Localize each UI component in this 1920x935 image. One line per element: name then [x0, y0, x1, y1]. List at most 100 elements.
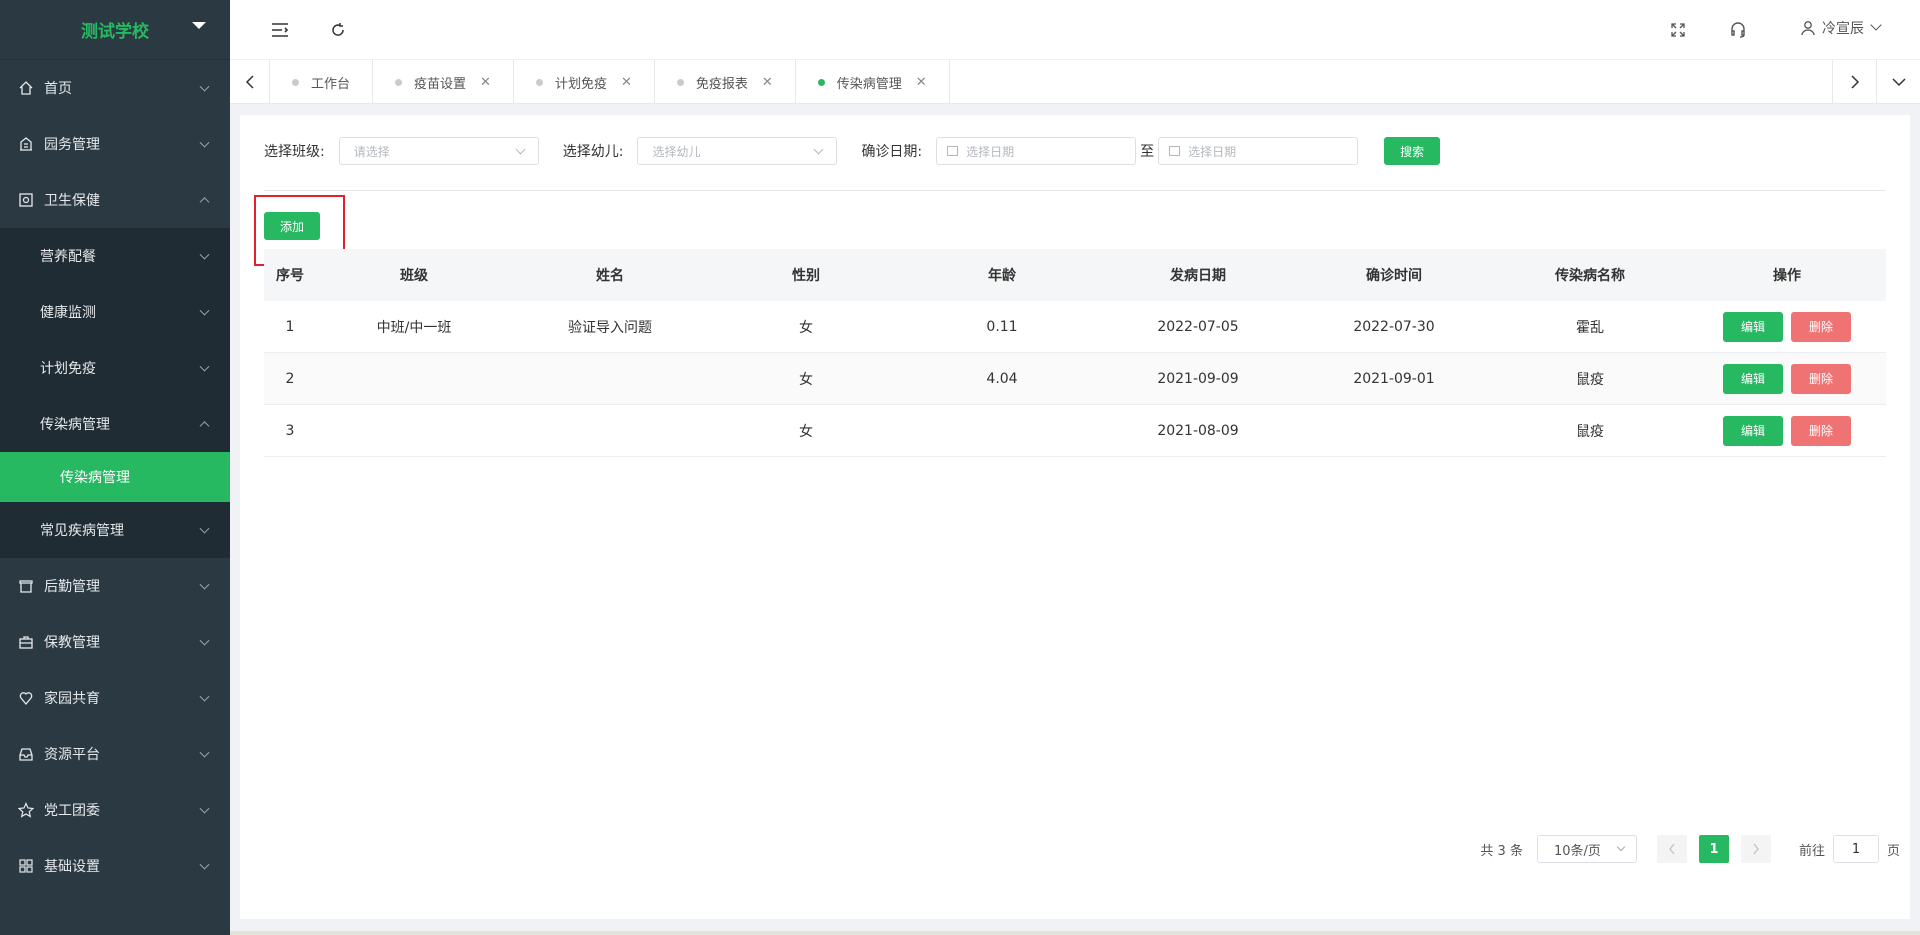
row-actions: 编辑 删除	[1688, 353, 1886, 404]
sidebar-item-infectious-management[interactable]: 传染病管理	[0, 452, 230, 502]
store-icon	[18, 578, 34, 594]
sidebar-item-party[interactable]: 党工团委	[0, 782, 230, 838]
divider	[264, 190, 1886, 191]
tab-vaccine-settings[interactable]: 疫苗设置 ✕	[373, 60, 514, 104]
tab-infectious-management[interactable]: 传染病管理 ✕	[796, 60, 950, 104]
sidebar-item-health-monitor[interactable]: 健康监测	[0, 284, 230, 340]
tab-workbench[interactable]: 工作台	[270, 60, 374, 104]
sidebar-item-nutrition[interactable]: 营养配餐	[0, 228, 230, 284]
class-select[interactable]: 请选择	[338, 137, 539, 165]
edit-button[interactable]: 编辑	[1723, 311, 1783, 342]
diagnosis-date-label: 确诊日期:	[861, 144, 923, 160]
child-select[interactable]: 选择幼儿	[637, 137, 838, 165]
chevron-down-icon	[199, 305, 210, 316]
chevron-down-icon	[199, 249, 210, 260]
page-size-select[interactable]: 10条/页	[1536, 835, 1637, 863]
sidebar-item-common-disease[interactable]: 常见疾病管理	[0, 502, 230, 558]
end-date-picker[interactable]: 选择日期	[1158, 137, 1359, 165]
chevron-up-icon	[199, 421, 210, 432]
column-header: 年龄	[988, 268, 1016, 284]
menu-collapse-icon[interactable]	[268, 18, 292, 42]
sidebar: 测试学校 首页 园务管理 卫生保健 营养配餐 健康监测 计划免疫 传染病管理 传…	[0, 0, 230, 935]
goto-page-input[interactable]: 1	[1832, 835, 1879, 863]
tab-label: 工作台	[311, 76, 351, 92]
page-size-value: 10条/页	[1553, 843, 1601, 859]
fullscreen-icon[interactable]	[1666, 18, 1690, 42]
edit-button[interactable]: 编辑	[1723, 363, 1783, 394]
close-icon[interactable]: ✕	[916, 75, 927, 90]
sidebar-item-immunization[interactable]: 计划免疫	[0, 340, 230, 396]
sidebar-item-label: 卫生保健	[44, 193, 100, 209]
start-date-picker[interactable]: 选择日期	[936, 137, 1137, 165]
calendar-icon	[1169, 146, 1181, 156]
sidebar-item-home-school[interactable]: 家园共育	[0, 670, 230, 726]
chevron-down-icon	[199, 747, 210, 758]
sidebar-item-label: 常见疾病管理	[40, 523, 124, 539]
class-select-placeholder: 请选择	[353, 144, 390, 159]
search-button[interactable]: 搜索	[1384, 137, 1441, 165]
goto-suffix: 页	[1886, 843, 1900, 859]
chevron-down-icon	[1616, 842, 1626, 852]
edit-button[interactable]: 编辑	[1723, 415, 1783, 446]
table-row: 2 女 4.04 2021-09-09 2021-09-01 鼠疫 编辑 删除	[264, 353, 1886, 405]
infectious-disease-table: 序号 班级 姓名 性别 年龄 发病日期 确诊时间 传染病名称 操作 1 中班/中…	[264, 249, 1886, 457]
table-cell	[1296, 405, 1492, 456]
close-icon[interactable]: ✕	[621, 75, 632, 90]
tab-status-dot	[676, 78, 684, 86]
sidebar-item-label: 传染病管理	[40, 417, 110, 433]
tab-menu-chevron-down-icon[interactable]	[1876, 60, 1920, 104]
heart-pin-icon	[18, 690, 34, 706]
column-header: 性别	[792, 268, 820, 284]
top-header: 冷宣辰	[230, 0, 1920, 60]
sidebar-item-home[interactable]: 首页	[0, 60, 230, 116]
table-cell: 2	[285, 370, 295, 387]
user-name: 冷宣辰	[1822, 21, 1864, 37]
sidebar-item-label: 园务管理	[44, 137, 100, 153]
delete-button[interactable]: 删除	[1791, 311, 1851, 342]
column-header: 操作	[1773, 268, 1801, 284]
row-actions: 编辑 删除	[1688, 301, 1886, 352]
sidebar-item-label: 保教管理	[44, 635, 100, 651]
chevron-down-icon	[199, 803, 210, 814]
prev-page-button[interactable]	[1656, 835, 1687, 863]
end-date-placeholder: 选择日期	[1188, 144, 1237, 159]
page-number-button[interactable]: 1	[1698, 835, 1729, 863]
delete-button[interactable]: 删除	[1791, 363, 1851, 394]
close-icon[interactable]: ✕	[480, 75, 491, 90]
close-icon[interactable]: ✕	[762, 75, 773, 90]
next-page-button[interactable]	[1740, 835, 1771, 863]
column-header: 确诊时间	[1366, 268, 1422, 284]
sidebar-item-settings[interactable]: 基础设置	[0, 838, 230, 894]
table-cell: 2022-07-05	[1157, 318, 1239, 335]
column-header: 班级	[400, 268, 428, 284]
sidebar-item-logistics[interactable]: 后勤管理	[0, 558, 230, 614]
tab-immunization-plan[interactable]: 计划免疫 ✕	[514, 60, 655, 104]
sidebar-item-health[interactable]: 卫生保健	[0, 172, 230, 228]
refresh-icon[interactable]	[326, 18, 350, 42]
sidebar-item-infectious[interactable]: 传染病管理	[0, 396, 230, 452]
tab-scroll-left-icon[interactable]	[230, 60, 270, 104]
sidebar-item-resources[interactable]: 资源平台	[0, 726, 230, 782]
sidebar-item-admin[interactable]: 园务管理	[0, 116, 230, 172]
star-icon	[18, 802, 34, 818]
table-cell: 霍乱	[1576, 319, 1604, 336]
sidebar-item-label: 后勤管理	[44, 579, 100, 595]
sidebar-item-label: 健康监测	[40, 305, 96, 321]
tab-status-dot	[292, 78, 299, 86]
table-header: 序号 班级 姓名 性别 年龄 发病日期 确诊时间 传染病名称 操作	[264, 249, 1886, 301]
sidebar-item-label: 首页	[44, 81, 72, 97]
user-menu[interactable]: 冷宣辰	[1800, 18, 1882, 38]
tab-scroll-right-icon[interactable]	[1832, 60, 1876, 104]
delete-button[interactable]: 删除	[1791, 415, 1851, 446]
brand[interactable]: 测试学校	[0, 0, 230, 60]
add-button[interactable]: 添加	[264, 212, 320, 240]
table-cell: 鼠疫	[1576, 371, 1604, 388]
table-cell: 2022-07-30	[1353, 318, 1435, 335]
headset-icon[interactable]	[1726, 18, 1750, 42]
caret-down-icon[interactable]	[192, 22, 206, 29]
table-row: 3 女 2021-08-09 鼠疫 编辑 删除	[264, 405, 1886, 457]
table-cell: 女	[799, 371, 813, 388]
table-cell: 4.04	[986, 370, 1018, 387]
sidebar-item-education[interactable]: 保教管理	[0, 614, 230, 670]
tab-immunization-report[interactable]: 免疫报表 ✕	[655, 60, 796, 104]
